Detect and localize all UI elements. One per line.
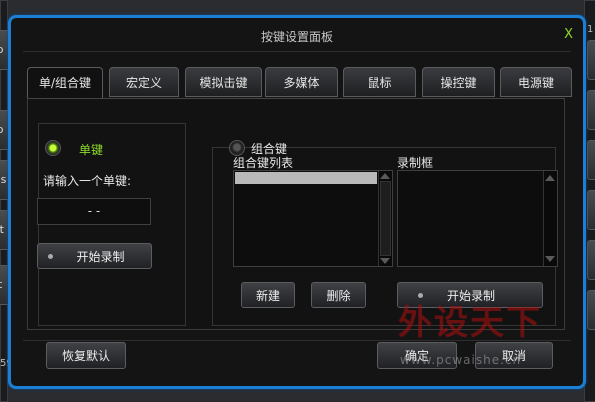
single-key-input[interactable]: - - <box>37 198 151 225</box>
tab-macro[interactable]: 宏定义 <box>109 67 179 97</box>
record-frame-scrollbar[interactable] <box>543 171 557 266</box>
close-icon[interactable]: X <box>564 27 573 42</box>
tab-multimedia[interactable]: 多媒体 <box>265 67 338 97</box>
tab-control-key[interactable]: 操控键 <box>422 67 495 97</box>
background-edge-label: 1 <box>587 24 594 35</box>
tab-single-combo-key[interactable]: 单/组合键 <box>27 67 103 100</box>
scroll-down-icon[interactable] <box>545 256 555 262</box>
combo-key-list-label: 组合键列表 <box>233 156 294 170</box>
scroll-thumb[interactable] <box>380 181 391 256</box>
background-button <box>587 290 595 330</box>
scroll-down-icon[interactable] <box>380 258 390 264</box>
delete-combo-button[interactable]: 删除 <box>311 282 366 308</box>
single-key-label: 单键 <box>79 143 104 157</box>
record-frame-box[interactable] <box>397 170 558 267</box>
footer-separator <box>23 340 571 341</box>
record-frame-label: 录制框 <box>397 156 434 170</box>
combo-list-scrollbar[interactable] <box>378 171 392 266</box>
single-key-radio[interactable] <box>45 140 61 156</box>
single-key-record-button[interactable]: 开始录制 <box>37 243 152 269</box>
background-button <box>587 90 595 130</box>
background-button <box>587 40 595 80</box>
new-combo-button[interactable]: 新建 <box>241 282 295 308</box>
tab-mouse[interactable]: 鼠标 <box>343 67 416 97</box>
record-dot-icon <box>418 293 423 298</box>
tab-content-panel: 单键 请输入一个单键: - - 开始录制 组合键 组合键列表 录制框 新建 删除… <box>27 98 565 330</box>
combo-record-label: 开始录制 <box>446 289 495 303</box>
ok-button[interactable]: 确定 <box>377 342 457 369</box>
combo-key-list[interactable] <box>233 170 393 267</box>
title-separator <box>23 51 571 52</box>
dialog-title: 按键设置面板 <box>260 30 333 44</box>
key-settings-dialog: 按键设置面板 X 单/组合键 宏定义 模拟击键 多媒体 鼠标 操控键 电源键 单… <box>8 15 586 389</box>
record-dot-icon <box>48 254 53 259</box>
background-button <box>587 190 595 230</box>
scroll-up-icon[interactable] <box>380 173 390 179</box>
combo-key-list-selected-row[interactable] <box>235 172 377 184</box>
scroll-up-icon[interactable] <box>545 175 555 181</box>
cancel-button[interactable]: 取消 <box>475 342 553 369</box>
single-key-record-label: 开始录制 <box>76 250 125 264</box>
single-key-group: 单键 请输入一个单键: - - 开始录制 <box>37 123 186 326</box>
background-button <box>587 140 595 180</box>
combo-key-group: 组合键 组合键列表 录制框 新建 删除 开始录制 <box>212 140 558 326</box>
combo-record-button[interactable]: 开始录制 <box>397 282 543 308</box>
tab-power-key[interactable]: 电源键 <box>500 67 572 97</box>
single-key-prompt: 请输入一个单键: <box>43 174 132 188</box>
background-button <box>587 240 595 280</box>
restore-default-button[interactable]: 恢复默认 <box>46 342 126 369</box>
tab-simulate-keystroke[interactable]: 模拟击键 <box>185 67 262 97</box>
